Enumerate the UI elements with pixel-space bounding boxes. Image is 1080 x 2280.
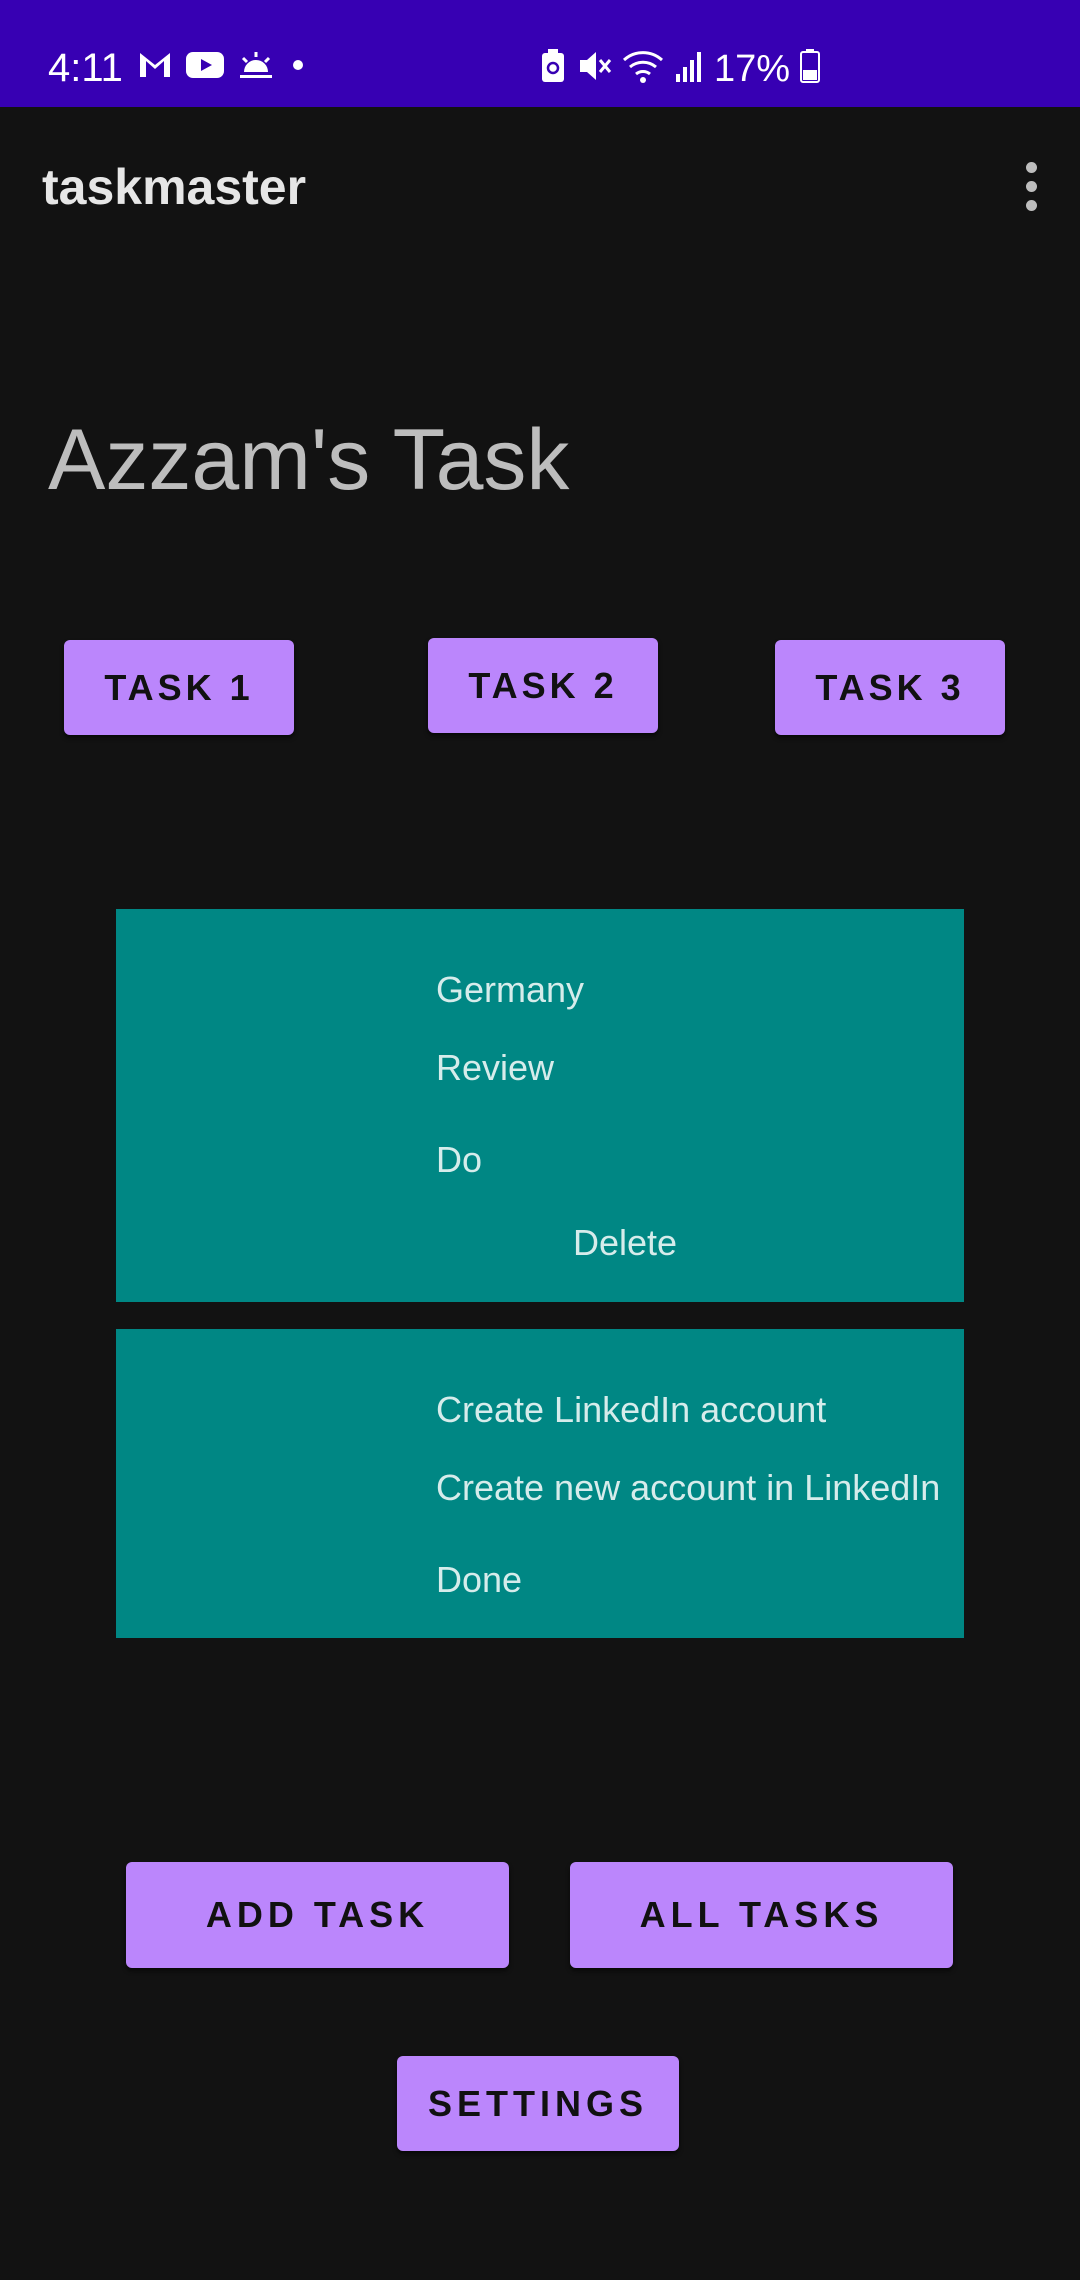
signal-icon	[674, 48, 704, 89]
wifi-icon	[622, 48, 664, 89]
delete-button[interactable]: Delete	[573, 1221, 677, 1265]
task-card[interactable]: Germany Review Do Delete	[116, 909, 964, 1302]
task-body: Create new account in LinkedIn	[436, 1467, 941, 1508]
battery-icon	[800, 48, 821, 89]
task-title: Germany	[436, 969, 585, 1010]
mute-icon	[576, 48, 612, 89]
task-body: Review	[436, 1047, 555, 1088]
task-state: Done	[436, 1559, 523, 1600]
battery-saver-icon	[540, 48, 566, 89]
dot-icon	[288, 51, 308, 84]
weather-icon	[238, 50, 274, 85]
overflow-menu-icon[interactable]	[1006, 151, 1056, 221]
task-1-button[interactable]: TASK 1	[64, 640, 294, 735]
add-task-button[interactable]: ADD TASK	[126, 1862, 509, 1968]
task-3-button[interactable]: TASK 3	[775, 640, 1005, 735]
task-state: Do	[436, 1139, 483, 1180]
task-title: Create LinkedIn account	[436, 1389, 827, 1430]
status-bar: 4:11 17%	[0, 0, 1080, 107]
status-time: 4:11	[48, 46, 123, 90]
gmail-icon	[138, 51, 172, 84]
all-tasks-button[interactable]: ALL TASKS	[570, 1862, 953, 1968]
page-title: Azzam's Task	[48, 412, 570, 508]
task-card[interactable]: Create LinkedIn account Create new accou…	[116, 1329, 964, 1638]
youtube-icon	[186, 51, 224, 84]
battery-percent: 17%	[714, 47, 791, 90]
app-title: taskmaster	[42, 159, 307, 215]
status-right-icons: 17%	[540, 47, 821, 90]
task-2-button[interactable]: TASK 2	[428, 638, 658, 733]
status-left-icons	[138, 50, 308, 85]
settings-button[interactable]: SETTINGS	[397, 2056, 679, 2151]
app-bar: taskmaster	[0, 107, 1080, 259]
